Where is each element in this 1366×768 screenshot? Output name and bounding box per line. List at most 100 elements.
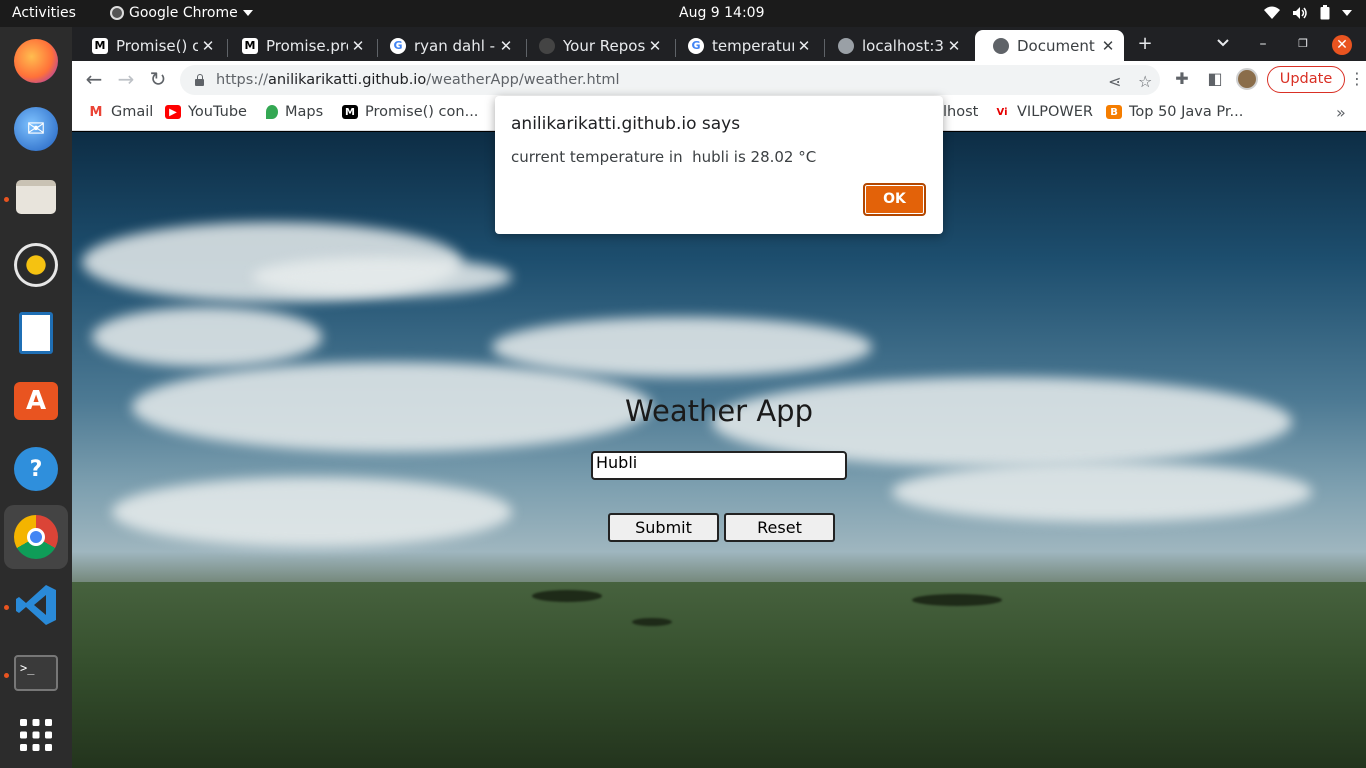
dock-writer[interactable] [4,301,68,365]
mdn-icon: M [342,105,358,119]
bookmark-gmail[interactable]: M Gmail [88,104,153,120]
blogger-icon: B [1106,105,1122,119]
update-button[interactable]: Update [1267,66,1345,93]
close-tab-icon[interactable]: ✕ [944,37,964,55]
close-tab-icon[interactable]: ✕ [348,37,368,55]
ok-button[interactable]: OK [863,183,926,216]
url-path: /weatherApp/weather.html [426,72,620,88]
cloud [92,307,322,367]
tab-title: localhost:30 [862,36,944,55]
close-tab-icon[interactable]: ✕ [794,37,814,55]
lock-icon [194,74,204,86]
system-menu-chevron-icon [1342,9,1352,16]
tab-localhost[interactable]: localhost:30 ✕ [820,30,970,61]
side-panel-icon[interactable]: ◧ [1204,69,1226,88]
chrome-icon [14,515,58,559]
tab-document[interactable]: Document ✕ [975,30,1124,61]
folder-icon [16,180,56,214]
dock-chrome[interactable] [4,505,68,569]
writer-document-icon [19,312,53,354]
maximize-icon[interactable]: ❐ [1291,37,1315,50]
extensions-puzzle-icon[interactable]: ✚ [1171,69,1193,88]
bookmark-label: Maps [285,104,324,120]
activities-button[interactable]: Activities [12,5,76,21]
close-tab-icon[interactable]: ✕ [645,37,665,55]
dock-help[interactable]: ? [4,437,68,501]
cloud [892,462,1312,522]
reload-icon[interactable]: ↻ [147,69,169,91]
minimize-icon[interactable]: – [1251,36,1275,52]
tab-title: Your Reposit [563,36,645,55]
bookmark-label: YouTube [188,104,247,120]
firefox-icon [14,39,58,83]
new-tab-icon[interactable]: + [1133,33,1157,54]
close-tab-icon[interactable]: ✕ [1098,37,1118,55]
close-tab-icon[interactable]: ✕ [198,37,218,55]
tab-ryan-dahl[interactable]: G ryan dahl - G ✕ [372,30,522,61]
youtube-icon: ▶ [165,105,181,119]
close-tab-icon[interactable]: ✕ [496,37,516,55]
address-bar[interactable]: https://anilikarikatti.github.io/weather… [180,65,1160,95]
more-bookmarks-icon[interactable]: » [1336,103,1346,122]
rhythmbox-icon [14,243,58,287]
tab-title: ryan dahl - G [414,36,496,55]
tree [532,590,602,602]
bookmark-label: lhost [943,104,979,120]
bookmark-vilpower[interactable]: Vi VILPOWER [994,104,1093,120]
bookmark-localhost[interactable]: lhost [943,104,978,120]
chevron-down-icon [242,10,253,16]
tab-temperature[interactable]: G temperature ✕ [670,30,820,61]
tab-title: Promise() co [116,36,198,55]
thunderbird-icon: ✉ [14,107,58,151]
dock-software[interactable]: A [4,369,68,433]
tab-promise-constructor[interactable]: M Promise() co ✕ [74,30,224,61]
bookmark-label: VILPOWER [1017,104,1094,120]
dock-firefox[interactable] [4,29,68,93]
bookmark-java[interactable]: B Top 50 Java Pr... [1106,104,1243,120]
github-icon [539,37,555,54]
globe-icon [993,37,1009,54]
maps-pin-icon [266,105,278,119]
show-applications[interactable] [4,703,68,767]
url-scheme: https:// [216,72,268,88]
wifi-icon [1264,6,1280,19]
software-bag-icon: A [14,382,58,420]
bookmark-star-icon[interactable]: ☆ [1138,72,1152,91]
app-menu-label: Google Chrome [129,5,238,21]
forward-arrow-icon[interactable]: → [115,69,137,91]
reset-button[interactable]: Reset [724,513,835,542]
grass-field [72,582,1366,768]
url-host: anilikarikatti.github.io [267,72,427,88]
clock[interactable]: Aug 9 14:09 [679,5,765,21]
cloud [112,477,512,547]
alert-message: current temperature in hubli is 28.02 °C [511,148,817,166]
dock-rhythmbox[interactable] [4,233,68,297]
browser-toolbar: ← → ↻ https://anilikarikatti.github.io/w… [72,61,1366,98]
bookmark-promise[interactable]: M Promise() con... [342,104,478,120]
window-close-icon[interactable]: ✕ [1332,35,1352,55]
tab-search-chevron-icon[interactable] [1217,39,1229,47]
dock-files[interactable] [4,165,68,229]
profile-avatar[interactable] [1236,68,1258,90]
cloud [492,317,872,377]
alert-dialog: anilikarikatti.github.io says current te… [495,96,943,234]
city-input[interactable]: Hubli [591,451,847,480]
vi-icon: Vi [994,105,1010,119]
page-title: Weather App [625,394,813,428]
bookmark-maps[interactable]: Maps [266,104,323,120]
tab-promise-prototype[interactable]: M Promise.pro ✕ [224,30,374,61]
tab-your-repositories[interactable]: Your Reposit ✕ [521,30,671,61]
system-menu[interactable] [1264,5,1352,20]
dock-thunderbird[interactable]: ✉ [4,97,68,161]
submit-button[interactable]: Submit [608,513,719,542]
dock-vscode[interactable] [4,573,68,637]
app-menu[interactable]: Google Chrome [110,5,253,21]
dock-terminal[interactable]: >_ [4,641,68,705]
more-menu-icon[interactable]: ⋮ [1349,69,1365,88]
google-icon: G [390,37,406,54]
back-arrow-icon[interactable]: ← [83,69,105,91]
bookmark-youtube[interactable]: ▶ YouTube [165,104,247,120]
battery-icon [1320,5,1330,20]
tab-title: Document [1017,36,1095,55]
share-icon[interactable]: ⋖ [1108,72,1121,91]
